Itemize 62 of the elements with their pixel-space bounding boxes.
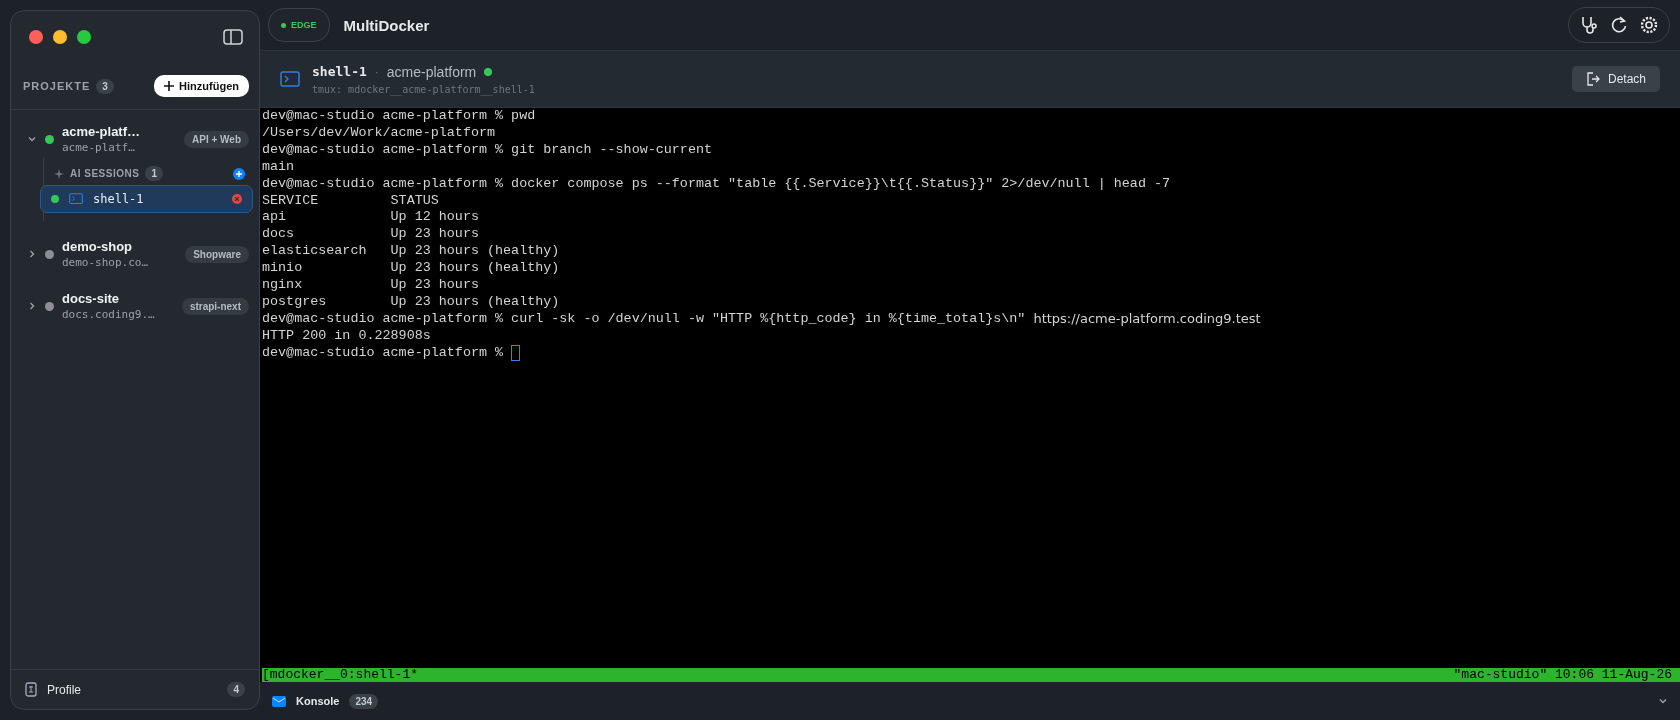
terminal-line: docs Up 23 hours: [262, 226, 479, 244]
add-session-icon[interactable]: [233, 167, 245, 180]
terminal-line: main: [262, 158, 295, 176]
terminal-line: nginx Up 23 hours: [262, 277, 479, 294]
terminal-line: elasticsearch Up 23 hours (healthy): [262, 243, 560, 261]
terminal-icon: [280, 71, 300, 87]
terminal-line: HTTP 200 in 0.228908s: [262, 327, 431, 345]
tmux-session-label: tmux: mdocker__acme-platform__shell-1: [312, 83, 535, 95]
sessions-label: AI SESSIONS: [70, 168, 140, 179]
terminal-line: dev@mac-studio acme-platform % git branch --show-current: [262, 141, 712, 159]
terminal-line: SERVICE STATUS: [262, 192, 439, 210]
session-name: shell-1: [312, 64, 367, 79]
chevron-icon[interactable]: [27, 249, 37, 259]
project-host: acme-platf…: [62, 141, 136, 154]
plus-icon: [164, 81, 175, 91]
chevron-icon[interactable]: [27, 134, 37, 144]
terminal-line: dev@mac-studio acme-platform % curl -sk -o /dev/null -w "HTTP %{http_code} in %{time_total}s\n": [262, 310, 1026, 328]
add-button[interactable]: Hinzufügen: [154, 75, 249, 97]
terminal-url: https://acme-platform.coding9.test: [1033, 310, 1261, 328]
terminal-icon: [69, 193, 83, 205]
tmux-window-label: [mdocker__0:shell-1*: [262, 668, 419, 682]
terminal-line: postgres Up 23 hours (healthy): [262, 293, 560, 311]
project-host: demo-shop.co…: [62, 256, 149, 269]
terminal-line: /Users/dev/Work/acme-platform: [262, 124, 496, 142]
project-name[interactable]: acme-platf…: [62, 124, 141, 139]
terminal-panel[interactable]: [260, 108, 1680, 682]
console-label[interactable]: Konsole: [296, 695, 340, 707]
profile-link[interactable]: Profile: [47, 682, 81, 697]
sidebar-toggle-icon[interactable]: [223, 29, 243, 45]
profile-count: 4: [227, 682, 245, 697]
chevron-icon[interactable]: [1658, 696, 1668, 706]
tmux-host-time: "mac-studio" 10:06 11-Aug-26: [1453, 668, 1672, 682]
minimize-button[interactable]: [53, 30, 67, 44]
app-title: MultiDocker: [343, 16, 430, 34]
close-icon[interactable]: [232, 194, 242, 204]
terminal-line: dev@mac-studio acme-platform % pwd: [262, 108, 536, 125]
close-button[interactable]: [29, 30, 43, 44]
project-name[interactable]: demo-shop: [62, 239, 149, 254]
separator-dot: ·: [374, 64, 379, 79]
terminal-line: api Up 12 hours: [262, 209, 479, 227]
project-tag: API + Web: [184, 130, 249, 148]
detach-button[interactable]: Detach: [1571, 66, 1660, 92]
document-icon: [25, 682, 37, 697]
project-count: 3: [96, 78, 114, 94]
console-count: 234: [349, 693, 379, 709]
project-name: acme-platform: [386, 63, 477, 80]
session-item[interactable]: shell-1: [40, 185, 253, 213]
project-tag: strapi-next: [181, 297, 249, 315]
mail-icon: [272, 695, 286, 707]
status-dot: [484, 67, 493, 76]
exit-icon: [1585, 72, 1600, 86]
terminal-line: dev@mac-studio acme-platform %: [262, 344, 505, 362]
zoom-button[interactable]: [77, 30, 91, 44]
edge-badge: EDGE: [268, 8, 330, 42]
terminal-line: minio Up 23 hours (healthy): [262, 260, 560, 278]
chevron-icon[interactable]: [27, 301, 37, 311]
terminal-line: dev@mac-studio acme-platform % docker compose ps --format "table {{.Service}}\t{{.Status}}" 2>/dev/null | head -7: [262, 175, 1171, 193]
project-tag: Shopware: [185, 245, 249, 263]
projects-label: PROJEKTE: [23, 80, 91, 92]
project-name[interactable]: docs-site: [62, 291, 155, 306]
session-count: 1: [145, 166, 163, 181]
project-host: docs.coding9.…: [62, 308, 155, 321]
